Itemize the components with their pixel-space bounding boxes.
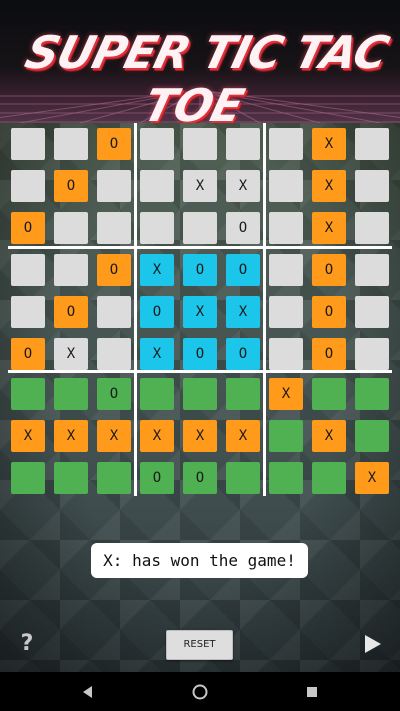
board-cell-r3-c1[interactable]: O xyxy=(11,212,45,244)
board-cell-r3-c6[interactable]: O xyxy=(226,212,260,244)
board-cell-r4-c4[interactable]: X xyxy=(140,254,174,286)
board-cell-r2-c9[interactable] xyxy=(355,170,389,202)
board-cell-r5-c5[interactable]: X xyxy=(183,296,217,328)
board-cell-r7-c7[interactable]: X xyxy=(269,378,303,410)
board-cell-r3-c2[interactable] xyxy=(54,212,88,244)
game-title: SUPER TIC TAC TOE xyxy=(20,26,394,123)
board-cell-r7-c2[interactable] xyxy=(54,378,88,410)
board-cell-r4-c6[interactable]: O xyxy=(226,254,260,286)
system-navigation-bar xyxy=(0,672,400,711)
board-cell-r7-c5[interactable] xyxy=(183,378,217,410)
board-cell-r8-c7[interactable] xyxy=(269,420,303,452)
board-cell-r9-c4[interactable]: O xyxy=(140,462,174,494)
board-cell-r1-c3[interactable]: O xyxy=(97,128,131,160)
board-cell-r3-c5[interactable] xyxy=(183,212,217,244)
board-cell-r4-c5[interactable]: O xyxy=(183,254,217,286)
board-cell-r6-c5[interactable]: O xyxy=(183,338,217,370)
board-cell-r5-c9[interactable] xyxy=(355,296,389,328)
board-cell-r3-c7[interactable] xyxy=(269,212,303,244)
board-divider-horizontal-1 xyxy=(8,246,392,249)
board-cell-r2-c5[interactable]: X xyxy=(183,170,217,202)
board-cell-r8-c2[interactable]: X xyxy=(54,420,88,452)
board-cell-r5-c6[interactable]: X xyxy=(226,296,260,328)
board-cell-r1-c7[interactable] xyxy=(269,128,303,160)
board-divider-vertical-1 xyxy=(134,123,137,496)
reset-button[interactable]: RESET xyxy=(166,630,233,660)
board-cell-r1-c1[interactable] xyxy=(11,128,45,160)
app-screen: SUPER TIC TAC TOE OXOXXXOOXOXOOOOOXXOOXX… xyxy=(0,0,400,711)
board-cell-r6-c2[interactable]: X xyxy=(54,338,88,370)
board-cell-r9-c6[interactable] xyxy=(226,462,260,494)
board-cell-r8-c4[interactable]: X xyxy=(140,420,174,452)
board-cell-r5-c1[interactable] xyxy=(11,296,45,328)
board-cell-r6-c4[interactable]: X xyxy=(140,338,174,370)
board-cell-r7-c8[interactable] xyxy=(312,378,346,410)
board-cell-r9-c2[interactable] xyxy=(54,462,88,494)
board-cell-r6-c9[interactable] xyxy=(355,338,389,370)
board-cell-r3-c8[interactable]: X xyxy=(312,212,346,244)
board-cell-r8-c3[interactable]: X xyxy=(97,420,131,452)
board-cell-r3-c9[interactable] xyxy=(355,212,389,244)
board-cell-r1-c6[interactable] xyxy=(226,128,260,160)
board-cell-r6-c1[interactable]: O xyxy=(11,338,45,370)
board-cell-r2-c1[interactable] xyxy=(11,170,45,202)
board-cell-r1-c8[interactable]: X xyxy=(312,128,346,160)
board-cell-r5-c2[interactable]: O xyxy=(54,296,88,328)
board-cell-r5-c7[interactable] xyxy=(269,296,303,328)
recents-icon[interactable] xyxy=(298,678,326,706)
board-cell-r8-c9[interactable] xyxy=(355,420,389,452)
board-cell-r7-c1[interactable] xyxy=(11,378,45,410)
board-cell-r9-c3[interactable] xyxy=(97,462,131,494)
board-cell-r5-c8[interactable]: O xyxy=(312,296,346,328)
board-cell-r2-c6[interactable]: X xyxy=(226,170,260,202)
home-icon[interactable] xyxy=(186,678,214,706)
board-cell-r9-c5[interactable]: O xyxy=(183,462,217,494)
board-cell-r6-c6[interactable]: O xyxy=(226,338,260,370)
board-cell-r9-c1[interactable] xyxy=(11,462,45,494)
board-cell-r4-c8[interactable]: O xyxy=(312,254,346,286)
board-cell-r2-c8[interactable]: X xyxy=(312,170,346,202)
status-message: X: has won the game! xyxy=(91,543,308,578)
board-cell-r2-c7[interactable] xyxy=(269,170,303,202)
board-cell-r8-c5[interactable]: X xyxy=(183,420,217,452)
board-cell-r4-c2[interactable] xyxy=(54,254,88,286)
board-cell-r7-c3[interactable]: O xyxy=(97,378,131,410)
game-board: OXOXXXOOXOXOOOOOXXOOXXOOOOXXXXXXXXOOX xyxy=(0,123,400,496)
board-cell-r5-c4[interactable]: O xyxy=(140,296,174,328)
board-cell-r4-c1[interactable] xyxy=(11,254,45,286)
board-cell-r7-c9[interactable] xyxy=(355,378,389,410)
board-cell-r3-c4[interactable] xyxy=(140,212,174,244)
board-cell-r1-c4[interactable] xyxy=(140,128,174,160)
board-cell-r6-c8[interactable]: O xyxy=(312,338,346,370)
board-cell-r6-c7[interactable] xyxy=(269,338,303,370)
board-cell-r4-c7[interactable] xyxy=(269,254,303,286)
title-banner: SUPER TIC TAC TOE xyxy=(0,0,400,123)
board-cell-r2-c2[interactable]: O xyxy=(54,170,88,202)
play-icon[interactable] xyxy=(362,632,384,656)
board-cell-r7-c4[interactable] xyxy=(140,378,174,410)
board-cell-r6-c3[interactable] xyxy=(97,338,131,370)
board-cell-r8-c6[interactable]: X xyxy=(226,420,260,452)
board-cell-r1-c5[interactable] xyxy=(183,128,217,160)
board-divider-vertical-2 xyxy=(263,123,266,496)
help-button[interactable]: ? xyxy=(17,630,37,658)
back-icon[interactable] xyxy=(74,678,102,706)
board-cell-r7-c6[interactable] xyxy=(226,378,260,410)
board-cell-r1-c9[interactable] xyxy=(355,128,389,160)
board-cell-r5-c3[interactable] xyxy=(97,296,131,328)
board-cell-r9-c8[interactable] xyxy=(312,462,346,494)
board-cell-r9-c7[interactable] xyxy=(269,462,303,494)
board-cell-r8-c1[interactable]: X xyxy=(11,420,45,452)
board-cell-r4-c9[interactable] xyxy=(355,254,389,286)
board-divider-horizontal-2 xyxy=(8,370,392,373)
board-cell-r2-c4[interactable] xyxy=(140,170,174,202)
board-cell-r1-c2[interactable] xyxy=(54,128,88,160)
board-cell-r8-c8[interactable]: X xyxy=(312,420,346,452)
board-cell-r9-c9[interactable]: X xyxy=(355,462,389,494)
board-cell-r3-c3[interactable] xyxy=(97,212,131,244)
board-cell-r4-c3[interactable]: O xyxy=(97,254,131,286)
board-cell-r2-c3[interactable] xyxy=(97,170,131,202)
